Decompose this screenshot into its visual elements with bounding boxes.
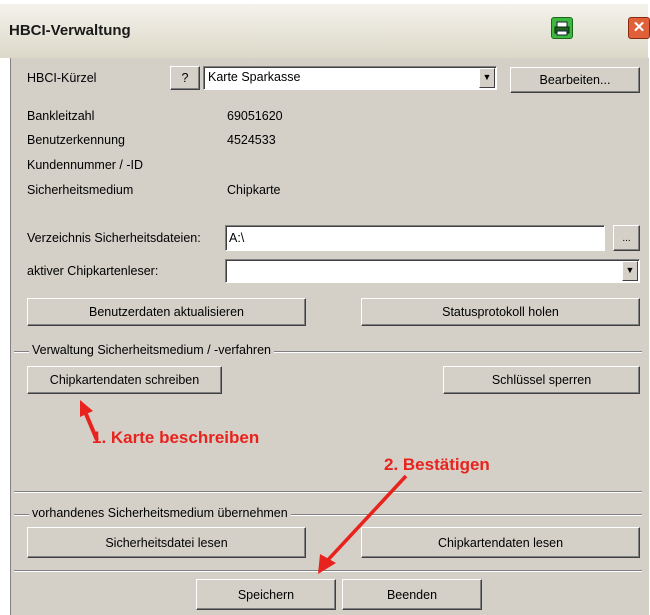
annotation-arrows xyxy=(80,400,408,574)
dialog-window: HBCI-Verwaltung ✕ HBCI-Kürzel ? Karte Sp… xyxy=(0,0,650,615)
arrow-step2 xyxy=(318,474,408,574)
arrow-step1 xyxy=(80,400,99,441)
